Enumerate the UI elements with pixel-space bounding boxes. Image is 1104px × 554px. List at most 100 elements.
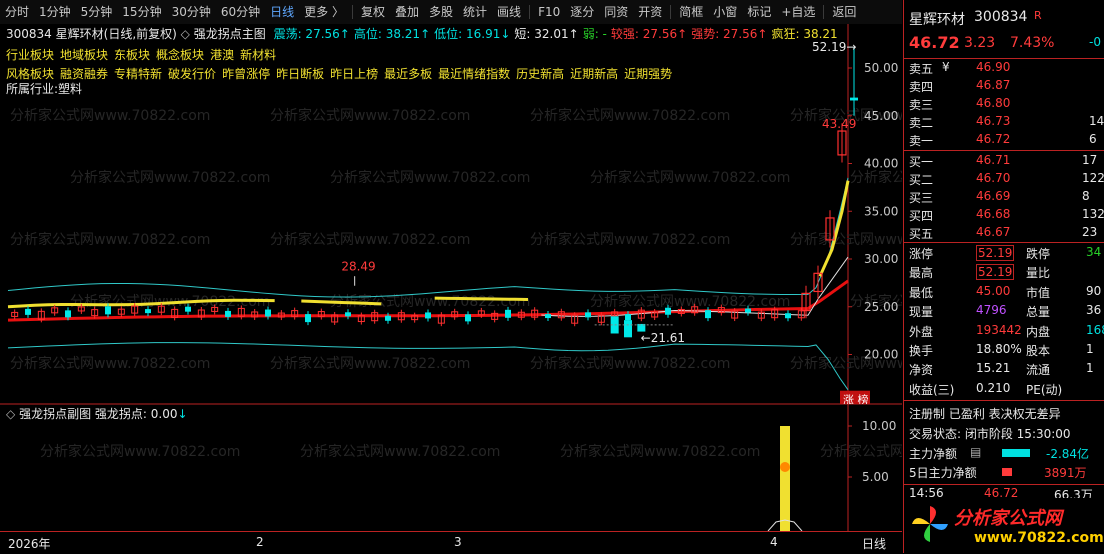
stat-label: 换手 [909, 344, 934, 358]
info1-item-5[interactable]: 新材料 [240, 48, 276, 62]
info1-item-1[interactable]: 地域板块 [60, 48, 108, 62]
bid-volume: 23 [1082, 225, 1098, 239]
toolbar-item-18[interactable]: 小窗 [708, 0, 742, 24]
indicator-toggle-icon[interactable]: ◇ [181, 27, 190, 41]
trade-status: 交易状态: 闭市阶段 15:30:00 [909, 427, 1071, 441]
sub-indicator-chart[interactable]: 分析家公式网www.70822.com 分析家公式网www.70822.com 分析… [0, 404, 902, 531]
flow5-bar [1002, 468, 1012, 476]
info1-item-3[interactable]: 概念板块 [156, 48, 204, 62]
toolbar-item-0[interactable]: 分时 [0, 0, 34, 24]
bid-label: 买一 [909, 155, 934, 169]
info1-item-2[interactable]: 东板块 [114, 48, 150, 62]
toolbar-item-3[interactable]: 15分钟 [117, 0, 166, 24]
bid-row[interactable]: 买三 46.69 8 [904, 189, 1104, 207]
stat-value: 52.19 [976, 264, 1015, 281]
flow5-label: 5日主力净额 [909, 466, 977, 480]
flow-detail-icon[interactable]: ▤ [970, 445, 981, 459]
toolbar-item-8[interactable]: 复权 [356, 0, 390, 24]
watermark-text: 分析家公式网www.70822.com [560, 443, 760, 460]
toolbar-item-19[interactable]: 标记 [742, 0, 776, 24]
info2-item-1[interactable]: 融资融券 [60, 67, 108, 81]
candle-body [145, 309, 151, 314]
toolbar-item-10[interactable]: 多股 [424, 0, 458, 24]
bid-row[interactable]: 买四 46.68 132 [904, 207, 1104, 225]
sub-chart-name[interactable]: 强龙拐点副图 [19, 407, 91, 421]
ask-price: 46.87 [976, 78, 1011, 92]
info2-item-9[interactable]: 历史新高 [516, 67, 564, 81]
info2-item-2[interactable]: 专精特新 [114, 67, 162, 81]
toolbar-item-5[interactable]: 60分钟 [216, 0, 265, 24]
toolbar-item-9[interactable]: 叠加 [390, 0, 424, 24]
info2-item-6[interactable]: 昨日上榜 [330, 67, 378, 81]
watermark-text: 分析家公式网www.70822.com [530, 107, 730, 124]
candle-body [425, 312, 431, 319]
toolbar-item-6[interactable]: 日线 [265, 0, 299, 24]
annotation-low: ←21.61 [641, 331, 685, 345]
info2-item-4[interactable]: 昨曾涨停 [222, 67, 270, 81]
bid-row[interactable]: 买一 46.71 17 [904, 153, 1104, 171]
ask-row[interactable]: 卖五 ¥46.90 [904, 60, 1104, 78]
ask-row[interactable]: 卖三 46.80 [904, 96, 1104, 114]
watermark-text: 分析家公式网www.70822.com [790, 231, 902, 248]
logo-url: www.70822.com [974, 530, 1104, 546]
sub-chart-settings-icon[interactable]: ◇ [6, 407, 15, 421]
info1-item-0[interactable]: 行业板块 [6, 48, 54, 62]
toolbar-item-14[interactable]: 逐分 [565, 0, 599, 24]
quote-panel: 星辉环材 300834 R 46.72 3.23 7.43% -0 卖五 ¥46.… [903, 0, 1104, 553]
candle-body [665, 307, 671, 315]
ask-price: 46.80 [976, 96, 1011, 110]
period-button[interactable]: 日线 [862, 535, 886, 552]
flow5-value: 3891万 [1044, 466, 1087, 480]
info2-item-8[interactable]: 最近情绪指数 [438, 67, 510, 81]
legend-item-4: 弱: - [582, 27, 607, 41]
toolbar-item-15[interactable]: 同资 [599, 0, 633, 24]
toolbar-item-21[interactable]: 返回 [827, 0, 861, 24]
toolbar-item-1[interactable]: 1分钟 [34, 0, 76, 24]
info1-item-4[interactable]: 港澳 [210, 48, 234, 62]
toolbar-item-7[interactable]: 更多 〉 [299, 0, 349, 24]
stat-label: 收益(三) [909, 382, 955, 397]
info2-item-11[interactable]: 近期强势 [624, 67, 672, 81]
toolbar-item-12[interactable]: 画线 [492, 0, 526, 24]
info2-item-10[interactable]: 近期新高 [570, 67, 618, 81]
toolbar-item-11[interactable]: 统计 [458, 0, 492, 24]
candle-body [105, 306, 111, 315]
sub-chart-arrow: ↓ [177, 407, 188, 421]
stat-label-2: 流通 [1026, 363, 1051, 378]
ask-row[interactable]: 卖一 46.72 6 [904, 132, 1104, 150]
time-label-year: 2026年 [8, 537, 51, 551]
bid-row[interactable]: 买五 46.67 23 [904, 225, 1104, 243]
info2-item-7[interactable]: 最近多板 [384, 67, 432, 81]
toolbar-item-20[interactable]: +自选 [776, 0, 820, 24]
toolbar-item-13[interactable]: F10 [533, 0, 565, 24]
quote-pct: 7.43% [1010, 35, 1055, 51]
y-tick-label: 30.00 [864, 252, 898, 266]
legend-item-2: 低位: 16.91↓ [434, 27, 511, 41]
bid-row[interactable]: 买二 46.70 122 [904, 171, 1104, 189]
info2-item-5[interactable]: 昨日断板 [276, 67, 324, 81]
watermark-text: 分析家公式网www.70822.com [300, 443, 500, 460]
candle-body [625, 314, 631, 321]
toolbar-item-17[interactable]: 简框 [674, 0, 708, 24]
main-flow-value: -2.84亿 [1046, 447, 1090, 461]
stats-row: 换手 18.80% 股本 1 [904, 342, 1104, 360]
ask-row[interactable]: 卖四 46.87 [904, 78, 1104, 96]
candle-body [465, 314, 471, 322]
signal-marker [780, 462, 790, 472]
toolbar-item-4[interactable]: 30分钟 [167, 0, 216, 24]
watermark-text: 分析家公式网www.70822.com [590, 293, 790, 310]
stat-label: 最高 [909, 266, 934, 281]
annotation-peak: 28.49 [341, 259, 375, 273]
info2-item-0[interactable]: 风格板块 [6, 67, 54, 81]
toolbar-item-2[interactable]: 5分钟 [76, 0, 118, 24]
stats-row: 收益(三) 0.210 PE(动) [904, 381, 1104, 399]
toolbar-item-16[interactable]: 开资 [633, 0, 667, 24]
toolbar-divider [823, 5, 825, 19]
ask-row[interactable]: 卖二 46.73 14 [904, 114, 1104, 132]
stat-value-2: 36 [1086, 303, 1102, 318]
stat-label-2: 内盘 [1026, 324, 1051, 339]
indicator-name[interactable]: 强龙拐点主图 [194, 27, 266, 41]
watermark-text: 分析家公式网www.70822.com [590, 169, 790, 186]
info2-item-3[interactable]: 破发行价 [168, 67, 216, 81]
stock-name: 星辉环材 [55, 27, 104, 41]
